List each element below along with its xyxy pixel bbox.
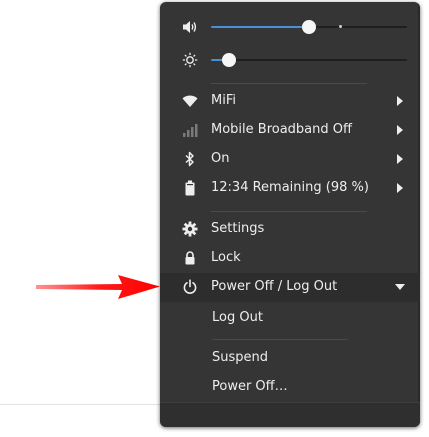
- chevron-right-icon: [397, 183, 403, 193]
- volume-slider[interactable]: [211, 20, 407, 34]
- separator: [212, 339, 348, 340]
- lock-label: Lock: [211, 250, 241, 265]
- chevron-right-icon: [397, 96, 403, 106]
- red-arrow-annotation: [36, 275, 160, 299]
- system-menu: MiFi Mobile Broadband Off On 12:34 Remai…: [160, 2, 420, 427]
- separator: [211, 211, 367, 212]
- cellular-signal-icon: [183, 124, 198, 137]
- chevron-down-icon: [395, 284, 405, 290]
- power-off-menu-item[interactable]: Power Off…: [160, 373, 420, 402]
- suspend-menu-item[interactable]: Suspend: [160, 344, 420, 373]
- power-icon: [183, 279, 197, 294]
- volume-row: [160, 12, 420, 42]
- power-off-label: Power Off…: [212, 379, 288, 394]
- settings-label: Settings: [211, 221, 265, 236]
- volume-high-icon: [183, 21, 197, 33]
- power-off-log-out-label: Power Off / Log Out: [211, 279, 338, 294]
- wifi-label: MiFi: [211, 93, 236, 108]
- chevron-right-icon: [397, 125, 403, 135]
- volume-slider-fill: [211, 26, 309, 28]
- lock-menu-item[interactable]: Lock: [160, 244, 420, 273]
- brightness-row: [160, 45, 420, 75]
- separator: [211, 83, 367, 84]
- battery-icon: [185, 180, 195, 196]
- chevron-right-icon: [397, 154, 403, 164]
- menu-footer: [160, 402, 420, 427]
- log-out-label: Log Out: [212, 310, 263, 325]
- wifi-icon: [182, 95, 198, 107]
- bluetooth-icon: [185, 151, 194, 167]
- bluetooth-label: On: [211, 151, 230, 166]
- background-divider: [0, 404, 160, 405]
- volume-slider-handle[interactable]: [302, 20, 316, 34]
- wifi-menu-item[interactable]: MiFi: [160, 87, 420, 116]
- volume-max-tick: [339, 25, 343, 28]
- suspend-label: Suspend: [212, 350, 269, 365]
- log-out-menu-item[interactable]: Log Out: [160, 304, 420, 333]
- gear-icon: [182, 221, 198, 237]
- lock-icon: [185, 251, 195, 265]
- battery-label: 12:34 Remaining (98 %): [211, 180, 369, 195]
- power-off-log-out-menu-item[interactable]: Power Off / Log Out: [160, 273, 420, 302]
- brightness-slider-handle[interactable]: [221, 53, 236, 67]
- battery-menu-item[interactable]: 12:34 Remaining (98 %): [160, 174, 420, 203]
- mobile-broadband-menu-item[interactable]: Mobile Broadband Off: [160, 116, 420, 145]
- brightness-slider[interactable]: [211, 53, 407, 67]
- mobile-broadband-label: Mobile Broadband Off: [211, 122, 352, 137]
- bluetooth-menu-item[interactable]: On: [160, 145, 420, 174]
- brightness-icon: [182, 52, 198, 68]
- settings-menu-item[interactable]: Settings: [160, 215, 420, 244]
